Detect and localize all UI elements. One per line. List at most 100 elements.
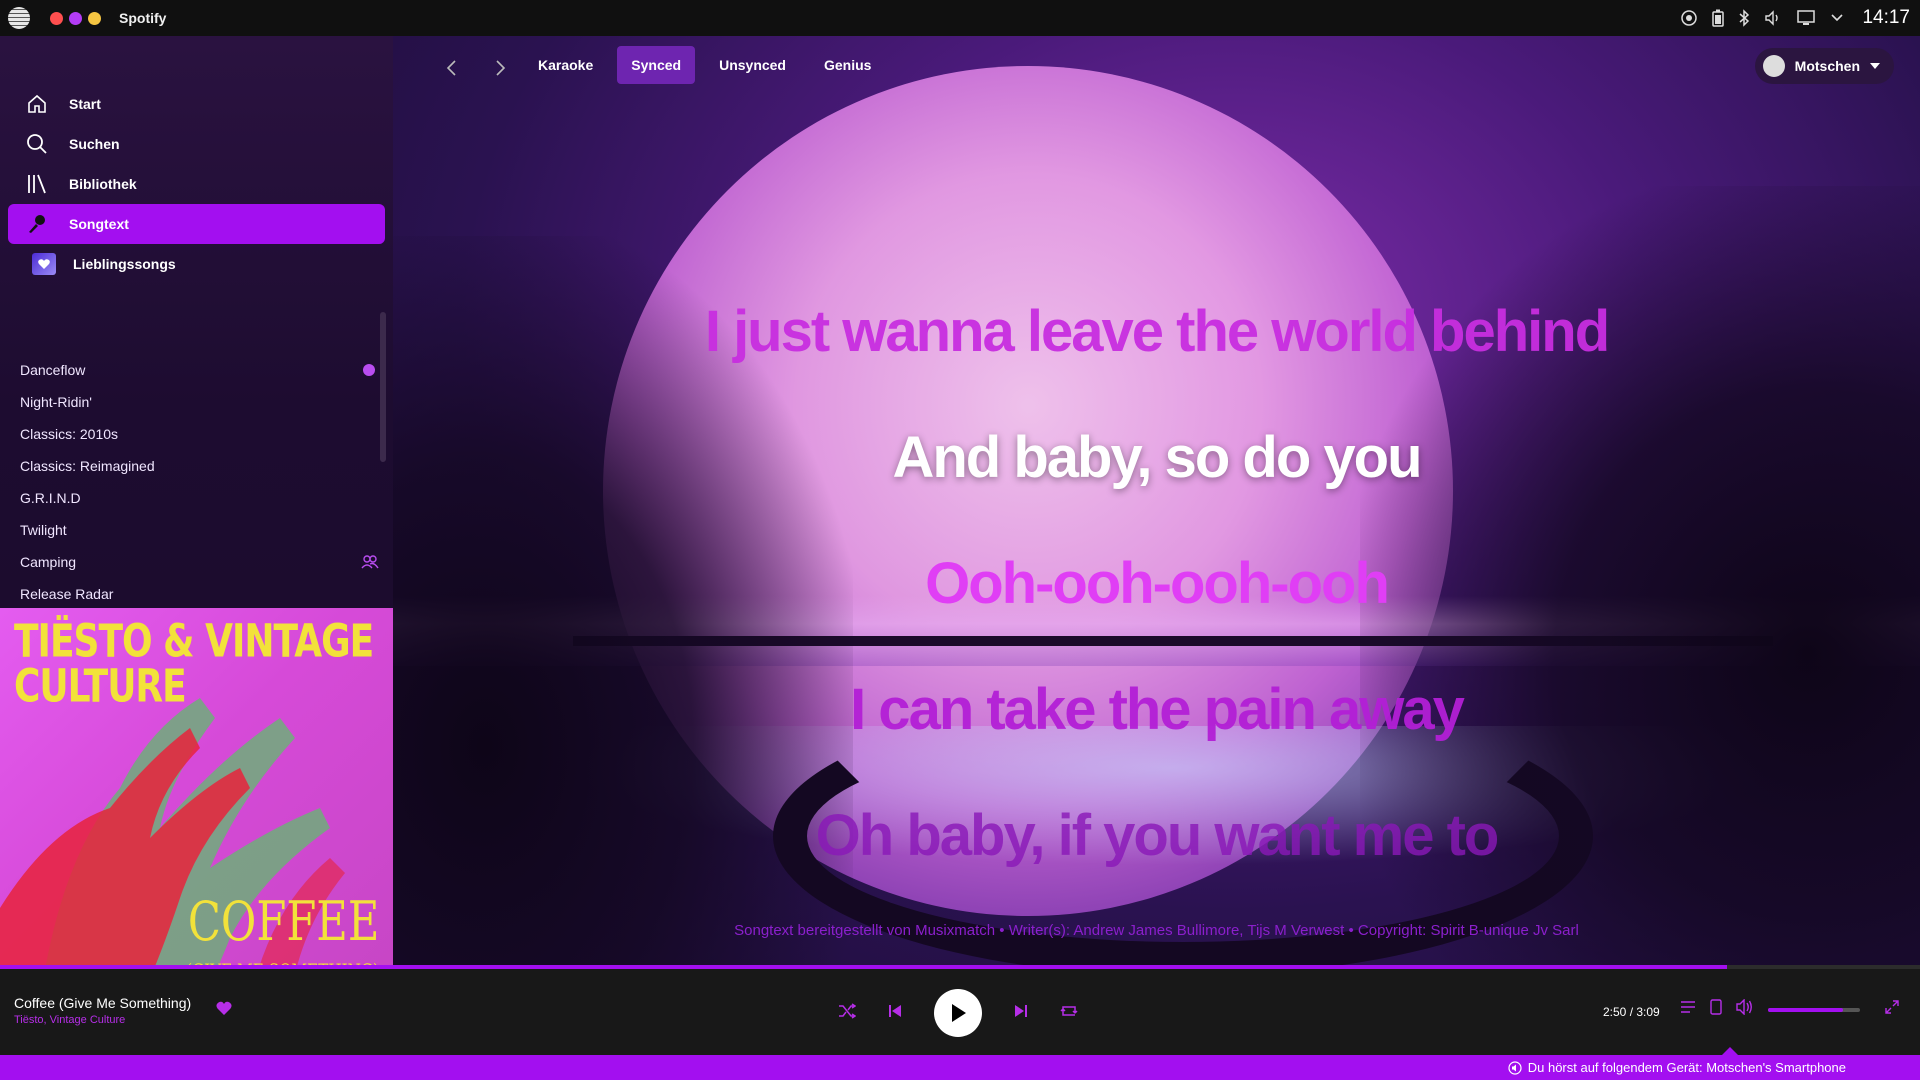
playlist-label: Classics: Reimagined	[20, 458, 155, 474]
heart-icon	[32, 253, 56, 275]
playlist-item[interactable]: Danceflow	[0, 354, 393, 386]
device-indicator-notch	[1722, 1047, 1738, 1055]
now-playing-artist[interactable]: Tiësto, Vintage Culture	[14, 1014, 125, 1026]
album-cover[interactable]: TIËSTO & VINTAGE CULTURE COFFEE (GIVE ME…	[0, 608, 393, 1001]
play-button[interactable]	[934, 989, 982, 1037]
back-button[interactable]	[436, 52, 468, 84]
sidebar-item-lieblingssongs[interactable]: Lieblingssongs	[8, 244, 385, 284]
active-device-text: Du hörst auf folgendem Gerät: Motschen's…	[1527, 1060, 1846, 1075]
lyric-line-upcoming[interactable]: I can take the pain away	[393, 676, 1920, 743]
bluetooth-icon[interactable]	[1738, 9, 1750, 27]
mute-button[interactable]	[1736, 998, 1754, 1020]
sidebar-item-label: Bibliothek	[69, 176, 137, 192]
system-tray: 14:17	[1680, 0, 1910, 36]
close-window-button[interactable]	[50, 11, 63, 25]
os-top-bar: Spotify 14:17	[0, 0, 1920, 36]
shuffle-button[interactable]	[838, 1002, 857, 1024]
tab-karaoke[interactable]: Karaoke	[524, 46, 607, 84]
repeat-button[interactable]	[1060, 1003, 1078, 1024]
volume-icon[interactable]	[1764, 9, 1782, 27]
playlist-label: G.R.I.N.D	[20, 490, 81, 506]
forward-button[interactable]	[484, 52, 516, 84]
os-logo-icon[interactable]	[8, 7, 30, 29]
next-button[interactable]	[1013, 1003, 1029, 1024]
maximize-window-button[interactable]	[88, 11, 101, 25]
display-icon[interactable]	[1796, 9, 1816, 27]
playlist-label: Camping	[20, 554, 77, 570]
sidebar-item-suchen[interactable]: Suchen	[8, 124, 385, 164]
playlist-item[interactable]: Classics: Reimagined	[0, 450, 393, 482]
sidebar-item-bibliothek[interactable]: Bibliothek	[8, 164, 385, 204]
sidebar-item-label: Lieblingssongs	[73, 256, 176, 272]
sidebar-item-label: Songtext	[69, 216, 129, 232]
like-button[interactable]	[216, 1001, 232, 1021]
clock: 14:17	[1862, 7, 1910, 28]
playlist-label: Release Radar	[20, 586, 114, 602]
playback-progress-bar[interactable]	[0, 965, 1920, 969]
home-icon	[25, 92, 49, 116]
playback-time: 2:50 / 3:09	[1603, 1005, 1660, 1019]
fullscreen-icon	[1885, 1000, 1899, 1014]
play-icon	[952, 1004, 966, 1022]
now-playing-title[interactable]: Coffee (Give Me Something)	[14, 995, 191, 1011]
playback-controls	[838, 989, 1078, 1037]
playlist-item[interactable]: Classics: 2010s	[0, 418, 393, 450]
volume-slider[interactable]	[1768, 1007, 1860, 1012]
queue-icon	[1681, 1001, 1695, 1013]
top-navigation: Karaoke Synced Unsynced Genius Motschen	[393, 36, 1920, 100]
lyric-line-upcoming[interactable]: Oh baby, if you want me to	[393, 802, 1920, 869]
lyrics-credits: Songtext bereitgestellt von Musixmatch •…	[734, 922, 1579, 939]
lyrics-view: Karaoke Synced Unsynced Genius Motschen …	[393, 36, 1920, 965]
active-device-bar[interactable]: Du hörst auf folgendem Gerät: Motschen's…	[0, 1055, 1920, 1080]
device-button[interactable]	[1710, 999, 1722, 1020]
user-name: Motschen	[1794, 58, 1860, 74]
tab-genius[interactable]: Genius	[810, 46, 885, 84]
caret-down-icon	[1870, 63, 1880, 69]
playlist-item[interactable]: Camping	[0, 546, 393, 578]
lyric-line-next[interactable]: Ooh-ooh-ooh-ooh	[393, 550, 1920, 617]
microphone-icon	[25, 212, 49, 236]
user-menu-button[interactable]: Motschen	[1754, 48, 1894, 84]
sidebar-item-label: Suchen	[69, 136, 120, 152]
shuffle-icon	[839, 1002, 857, 1019]
playlist-list: Danceflow Night-Ridin' Classics: 2010s C…	[0, 354, 393, 610]
previous-button[interactable]	[887, 1003, 903, 1024]
active-device-message: Du hörst auf folgendem Gerät: Motschen's…	[1508, 1060, 1846, 1075]
heart-icon	[216, 1001, 232, 1015]
sidebar: Start Suchen Bibliothek Songtext Lieblin…	[0, 36, 393, 1001]
playback-progress-fill	[0, 965, 1728, 969]
tab-synced[interactable]: Synced	[617, 46, 696, 84]
lyric-line-previous[interactable]: I just wanna leave the world behind	[393, 298, 1920, 365]
playlist-item[interactable]: Release Radar	[0, 578, 393, 610]
playlist-label: Danceflow	[20, 362, 86, 378]
sidebar-scrollbar[interactable]	[380, 312, 386, 462]
volume-icon	[1736, 998, 1752, 1016]
avatar	[1762, 55, 1785, 77]
cover-title-text: COFFEE	[187, 890, 380, 953]
playlist-item[interactable]: Twilight	[0, 514, 393, 546]
repeat-icon	[1060, 1005, 1078, 1016]
device-icon	[1710, 999, 1722, 1015]
search-icon	[25, 132, 49, 156]
sidebar-item-start[interactable]: Start	[8, 84, 385, 124]
speaker-icon	[1508, 1060, 1522, 1075]
chevron-right-icon	[496, 60, 506, 76]
playlist-item[interactable]: Night-Ridin'	[0, 386, 393, 418]
queue-button[interactable]	[1680, 1000, 1696, 1019]
sidebar-item-songtext[interactable]: Songtext	[8, 204, 385, 244]
playlist-item[interactable]: G.R.I.N.D	[0, 482, 393, 514]
fullscreen-button[interactable]	[1884, 999, 1900, 1020]
playlist-label: Twilight	[20, 522, 67, 538]
minimize-window-button[interactable]	[69, 11, 82, 25]
chevron-left-icon	[446, 60, 456, 76]
tab-unsynced[interactable]: Unsynced	[705, 46, 800, 84]
lyric-line-current[interactable]: And baby, so do you	[393, 424, 1920, 491]
battery-icon[interactable]	[1712, 9, 1725, 27]
record-icon[interactable]	[1680, 9, 1698, 27]
sidebar-item-label: Start	[69, 96, 101, 112]
skip-previous-icon	[889, 1004, 901, 1017]
library-icon	[25, 172, 49, 196]
player-bar: Coffee (Give Me Something) Tiësto, Vinta…	[0, 965, 1920, 1055]
chevron-down-icon[interactable]	[1830, 13, 1844, 23]
playlist-label: Night-Ridin'	[20, 394, 92, 410]
